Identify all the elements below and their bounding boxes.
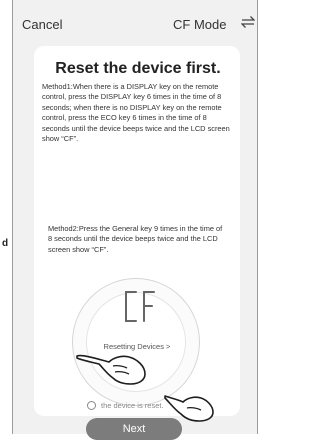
reset-confirm-label: the device is reset. (101, 401, 164, 410)
top-bar: Cancel CF Mode (13, 0, 257, 44)
app-screen: Cancel CF Mode Reset the device first. M… (12, 0, 258, 440)
resetting-devices-link[interactable]: Resetting Devices > (34, 342, 240, 351)
lcd-cf-icon (125, 291, 155, 322)
page-title: CF Mode (173, 17, 227, 32)
method2-text: Method2:Press the General key 9 times in… (48, 224, 223, 254)
edge-text-fragment: d (2, 238, 9, 249)
instruction-heading: Reset the device first. (55, 60, 221, 77)
reset-confirm-radio[interactable] (87, 401, 96, 410)
cancel-button[interactable]: Cancel (22, 17, 62, 32)
method1-text: Method1:When there is a DISPLAY key on t… (42, 82, 230, 144)
swap-arrows-icon[interactable] (241, 15, 255, 29)
next-button[interactable]: Next (86, 418, 182, 440)
instruction-card: Reset the device first. Method1:When the… (34, 46, 240, 440)
